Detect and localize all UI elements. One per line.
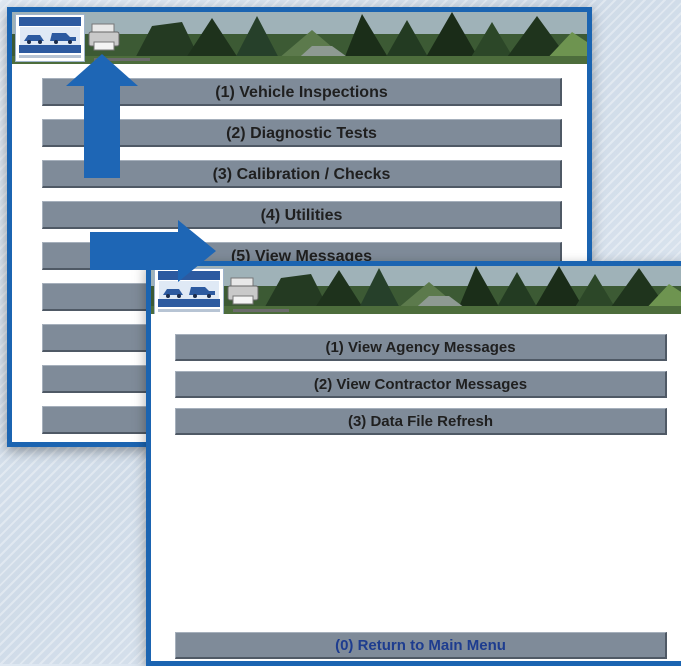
car-truck-icon <box>20 27 80 45</box>
return-to-main-menu-button[interactable]: (0) Return to Main Menu <box>175 632 667 659</box>
menu-button-view-agency-messages[interactable]: (1) View Agency Messages <box>175 334 667 361</box>
status-strip <box>233 309 289 312</box>
header-banner <box>151 266 681 314</box>
right-arrow-icon <box>90 220 216 282</box>
printer-icon[interactable] <box>88 22 122 52</box>
view-messages-window: (1) View Agency Messages (2) View Contra… <box>146 261 681 666</box>
menu-button-data-file-refresh[interactable]: (3) Data File Refresh <box>175 408 667 435</box>
up-arrow-icon <box>66 54 138 178</box>
printer-icon[interactable] <box>227 276 261 306</box>
menu-button-view-contractor-messages[interactable]: (2) View Contractor Messages <box>175 371 667 398</box>
